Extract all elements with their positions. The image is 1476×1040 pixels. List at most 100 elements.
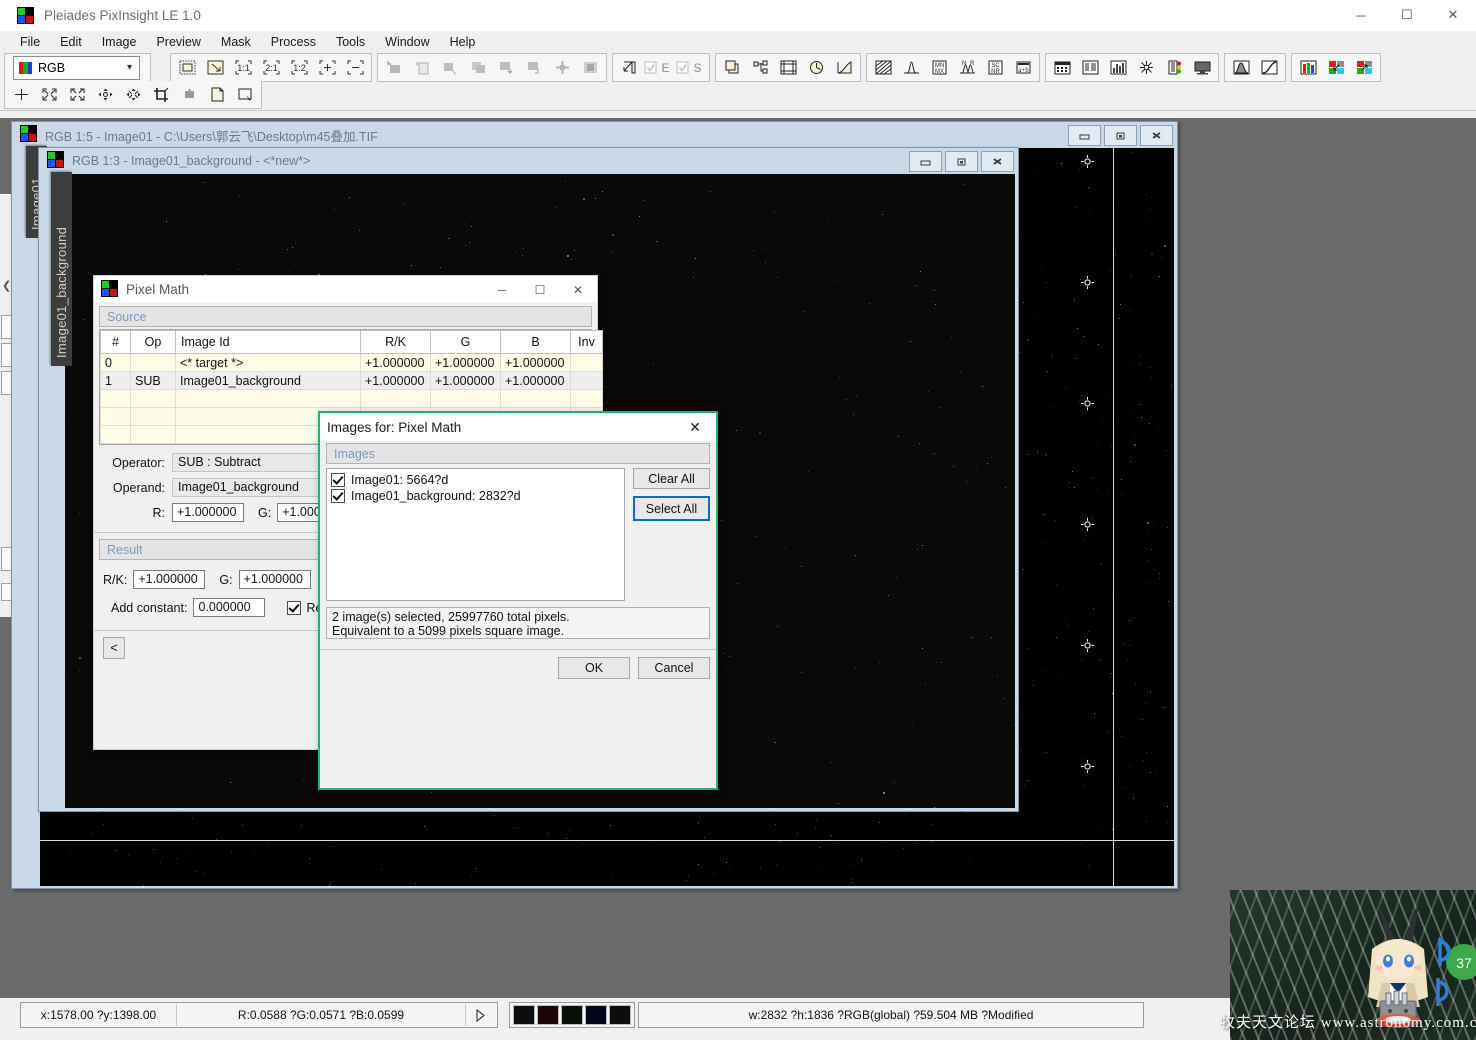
clear-all-button[interactable]: Clear All <box>633 468 710 489</box>
edit-checkbox[interactable]: E <box>644 56 670 80</box>
star-detect-icon[interactable] <box>1133 56 1159 80</box>
open-image-icon[interactable] <box>202 56 228 80</box>
image01-restore-button[interactable] <box>1104 125 1137 146</box>
image01-background-checkbox[interactable] <box>331 489 345 503</box>
select-all-button[interactable]: Select All <box>633 496 710 521</box>
histogram-clock-icon[interactable] <box>803 56 829 80</box>
new-instance-icon[interactable] <box>409 56 435 80</box>
background-vertical-tab[interactable]: Image01_background <box>51 172 72 366</box>
rgb-mode-combo[interactable]: RGB ▾ <box>13 55 140 80</box>
gradient-tool-icon[interactable] <box>176 83 202 107</box>
col-inv[interactable]: Inv <box>570 330 603 354</box>
crosshair-icon[interactable] <box>549 56 575 80</box>
crop-tool-icon[interactable] <box>148 83 174 107</box>
images-for-pixel-math-dialog[interactable]: Images for: Pixel Math ✕ Images Image01:… <box>318 411 718 790</box>
new-document-icon[interactable] <box>204 83 230 107</box>
col-num[interactable]: # <box>100 330 131 354</box>
ok-button[interactable]: OK <box>558 657 630 679</box>
select-region-icon[interactable] <box>232 83 258 107</box>
menu-edit[interactable]: Edit <box>50 33 92 51</box>
table-row[interactable]: 1 SUB Image01_background +1.000000 +1.00… <box>100 371 603 390</box>
image01-titlebar[interactable]: RGB 1:5 - Image01 - C:\Users\郭云飞\Desktop… <box>12 122 1177 148</box>
zoom-out-icon[interactable] <box>342 56 368 80</box>
result-g-input[interactable]: +1.000000 <box>238 570 311 589</box>
image01-minimize-button[interactable] <box>1068 125 1101 146</box>
pixel-math-maximize-button[interactable]: ☐ <box>521 276 559 303</box>
col-op[interactable]: Op <box>130 330 176 354</box>
background-close-button[interactable] <box>981 151 1014 172</box>
col-rk[interactable]: R/K <box>360 330 431 354</box>
curves-icon[interactable] <box>831 56 857 80</box>
apply-instance-icon[interactable] <box>616 56 642 80</box>
zoom-shrink-icon[interactable] <box>64 83 90 107</box>
pan-all-icon[interactable] <box>120 83 146 107</box>
channel-combine-icon[interactable] <box>1351 56 1377 80</box>
curves-transform-icon[interactable] <box>1256 56 1282 80</box>
preview-tree-icon[interactable] <box>747 56 773 80</box>
col-b[interactable]: B <box>500 330 571 354</box>
zoom-1-2-icon[interactable]: 1:2 <box>286 56 312 80</box>
export-preview-icon[interactable] <box>521 56 547 80</box>
close-button[interactable]: ✕ <box>1430 0 1476 30</box>
zoom-1-1-icon[interactable]: 1:1 <box>230 56 256 80</box>
zoom-fit-icon[interactable] <box>36 83 62 107</box>
result-rk-input[interactable]: +1.000000 <box>133 570 206 589</box>
menu-file[interactable]: File <box>10 33 50 51</box>
add-constant-input[interactable]: 0.000000 <box>193 598 266 617</box>
close-icon[interactable]: ✕ <box>684 417 706 437</box>
convolution-icon[interactable] <box>870 56 896 80</box>
menu-help[interactable]: Help <box>440 33 486 51</box>
screen-transfer-icon[interactable] <box>1189 56 1215 80</box>
images-dialog-titlebar[interactable]: Images for: Pixel Math ✕ <box>320 413 716 441</box>
operand-r-input[interactable]: +1.000000 <box>172 503 244 522</box>
image-list-icon[interactable] <box>1077 56 1103 80</box>
menu-image[interactable]: Image <box>92 33 147 51</box>
image01-close-button[interactable] <box>1140 125 1173 146</box>
image01-checkbox[interactable] <box>331 473 345 487</box>
menu-process[interactable]: Process <box>261 33 326 51</box>
color-calibration-icon[interactable] <box>1161 56 1187 80</box>
images-listbox[interactable]: Image01: 5664?d Image01_background: 2832… <box>326 468 625 601</box>
col-image-id[interactable]: Image Id <box>175 330 361 354</box>
background-titlebar[interactable]: RGB 1:3 - Image01_background - <*new*> <box>39 148 1018 174</box>
zoom-2-1-icon[interactable]: 2:1 <box>258 56 284 80</box>
pixel-math-close-button[interactable]: ✕ <box>559 276 597 303</box>
channel-extract-icon[interactable] <box>1323 56 1349 80</box>
statistics-icon[interactable] <box>1105 56 1131 80</box>
annotation-icon[interactable]: a+b <box>1010 56 1036 80</box>
menu-window[interactable]: Window <box>375 33 439 51</box>
table-row-empty[interactable] <box>100 389 603 408</box>
fits-header-icon[interactable] <box>1049 56 1075 80</box>
menu-preview[interactable]: Preview <box>146 33 210 51</box>
new-image-icon[interactable] <box>174 56 200 80</box>
background-minimize-button[interactable] <box>909 151 942 172</box>
import-preview-icon[interactable] <box>493 56 519 80</box>
select-checkbox[interactable]: S <box>672 56 706 80</box>
table-row[interactable]: 0 <* target *> +1.000000 +1.000000 +1.00… <box>100 353 603 372</box>
duplicate-preview-icon[interactable] <box>465 56 491 80</box>
scnr-icon[interactable]: SC NR <box>982 56 1008 80</box>
cancel-button[interactable]: Cancel <box>638 657 710 679</box>
copy-window-icon[interactable] <box>719 56 745 80</box>
col-g[interactable]: G <box>430 330 501 354</box>
histogram-transform-icon[interactable] <box>1228 56 1254 80</box>
select-preview-icon[interactable] <box>437 56 463 80</box>
deconvolution-icon[interactable] <box>898 56 924 80</box>
play-triangle-icon[interactable] <box>466 1004 494 1026</box>
list-item[interactable]: Image01_background: 2832?d <box>331 488 624 504</box>
undo-icon[interactable] <box>381 56 407 80</box>
minmax-icon[interactable]: MN MX <box>926 56 952 80</box>
expand-button[interactable]: < <box>103 637 125 659</box>
pixel-math-titlebar[interactable]: Pixel Math ─ ☐ ✕ <box>93 275 598 303</box>
crosshair-tool-icon[interactable] <box>8 83 34 107</box>
preview-frame-icon[interactable] <box>775 56 801 80</box>
pixel-math-minimize-button[interactable]: ─ <box>483 276 521 303</box>
maximize-button[interactable]: ☐ <box>1384 0 1430 30</box>
list-item[interactable]: Image01: 5664?d <box>331 472 624 488</box>
pan-icon[interactable] <box>92 83 118 107</box>
zoom-in-icon[interactable] <box>314 56 340 80</box>
mask-icon[interactable] <box>577 56 603 80</box>
background-restore-button[interactable] <box>945 151 978 172</box>
rescale-checkbox-box[interactable] <box>287 600 302 615</box>
collapse-arrow-icon[interactable]: ❮ <box>2 279 11 292</box>
